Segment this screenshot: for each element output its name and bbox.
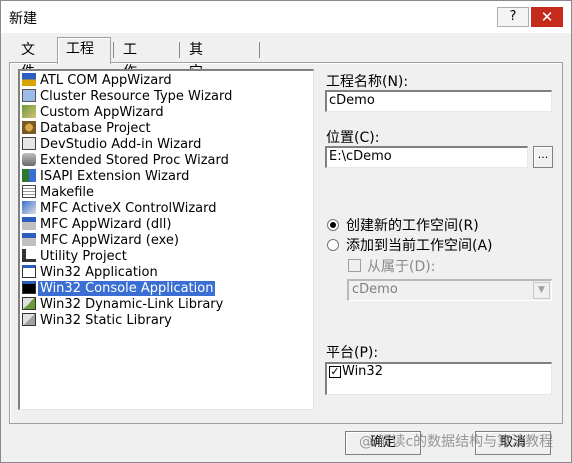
mfc-dll-icon — [22, 217, 36, 230]
platform-list[interactable]: ✓ Win32 — [325, 362, 552, 395]
tab-separator — [179, 42, 180, 58]
list-item[interactable]: ISAPI Extension Wizard — [22, 169, 189, 185]
list-item[interactable]: ATL COM AppWizard — [22, 73, 172, 89]
static-lib-icon — [22, 313, 36, 326]
depends-on-label: 从属于(D): — [367, 259, 436, 275]
depends-on-checkbox[interactable] — [348, 259, 361, 272]
browse-button[interactable]: ... — [533, 146, 553, 168]
new-project-dialog: 新建 ? ✕ 文件 工程 工作区 其它文档 ATL COM AppWizard … — [0, 0, 572, 463]
mfc-exe-icon — [22, 233, 36, 246]
addin-icon — [22, 137, 36, 150]
list-item[interactable]: MFC ActiveX ControlWizard — [22, 201, 216, 217]
tab-separator — [259, 42, 260, 58]
chevron-down-icon[interactable]: ▼ — [533, 282, 550, 299]
dll-icon — [22, 297, 36, 310]
close-button[interactable]: ✕ — [531, 7, 563, 27]
create-new-workspace-radio[interactable] — [327, 219, 339, 231]
activex-icon — [22, 201, 36, 214]
list-item[interactable]: Utility Project — [22, 249, 127, 265]
create-new-workspace-label: 创建新的工作空间(R) — [346, 218, 479, 234]
location-input[interactable]: E:\cDemo — [325, 146, 528, 168]
window-title: 新建 — [9, 11, 37, 27]
list-item[interactable]: Win32 Application — [22, 265, 158, 281]
add-to-workspace-label: 添加到当前工作空间(A) — [346, 238, 493, 254]
stored-proc-icon — [22, 153, 36, 166]
list-item[interactable]: Custom AppWizard — [22, 105, 164, 121]
cluster-icon — [22, 89, 36, 102]
custom-wizard-icon — [22, 105, 36, 118]
list-item[interactable]: MFC AppWizard (exe) — [22, 233, 179, 249]
title-bar: 新建 ? ✕ — [1, 1, 571, 33]
console-icon — [22, 281, 36, 294]
watermark: @ 解读c的数据结构与算法教程 — [359, 434, 554, 450]
platform-label: 平台(P): — [326, 345, 379, 361]
makefile-icon — [22, 185, 36, 198]
list-item[interactable]: Win32 Console Application — [22, 281, 216, 297]
database-icon — [22, 121, 36, 134]
list-item[interactable]: Database Project — [22, 121, 151, 137]
tab-files[interactable]: 文件 — [13, 39, 43, 80]
dependency-value: cDemo — [352, 282, 398, 297]
list-item[interactable]: Extended Stored Proc Wizard — [22, 153, 229, 169]
tab-projects[interactable]: 工程 — [57, 37, 111, 64]
tab-separator — [113, 42, 114, 58]
atl-icon — [22, 73, 36, 86]
utility-icon — [22, 249, 36, 262]
project-type-list[interactable]: ATL COM AppWizard Cluster Resource Type … — [18, 69, 314, 410]
list-item[interactable]: DevStudio Add-in Wizard — [22, 137, 201, 153]
list-item[interactable]: Win32 Static Library — [22, 313, 172, 329]
help-button[interactable]: ? — [497, 7, 529, 27]
add-to-workspace-radio[interactable] — [327, 239, 339, 251]
checkmark-icon[interactable]: ✓ — [329, 366, 341, 378]
location-label: 位置(C): — [326, 130, 380, 146]
list-item[interactable]: Cluster Resource Type Wizard — [22, 89, 232, 105]
list-item[interactable]: Win32 Dynamic-Link Library — [22, 297, 223, 313]
list-item[interactable]: Makefile — [22, 185, 94, 201]
isapi-icon — [22, 169, 36, 182]
tab-other-documents[interactable]: 其它文档 — [181, 39, 211, 124]
platform-item-win32: Win32 — [342, 364, 383, 379]
dependency-dropdown[interactable]: cDemo ▼ — [347, 279, 552, 301]
project-name-input[interactable]: cDemo — [325, 90, 552, 112]
list-item[interactable]: MFC AppWizard (dll) — [22, 217, 171, 233]
tab-workspaces[interactable]: 工作区 — [115, 39, 145, 102]
project-name-label: 工程名称(N): — [326, 74, 409, 90]
win32-app-icon — [22, 265, 36, 278]
